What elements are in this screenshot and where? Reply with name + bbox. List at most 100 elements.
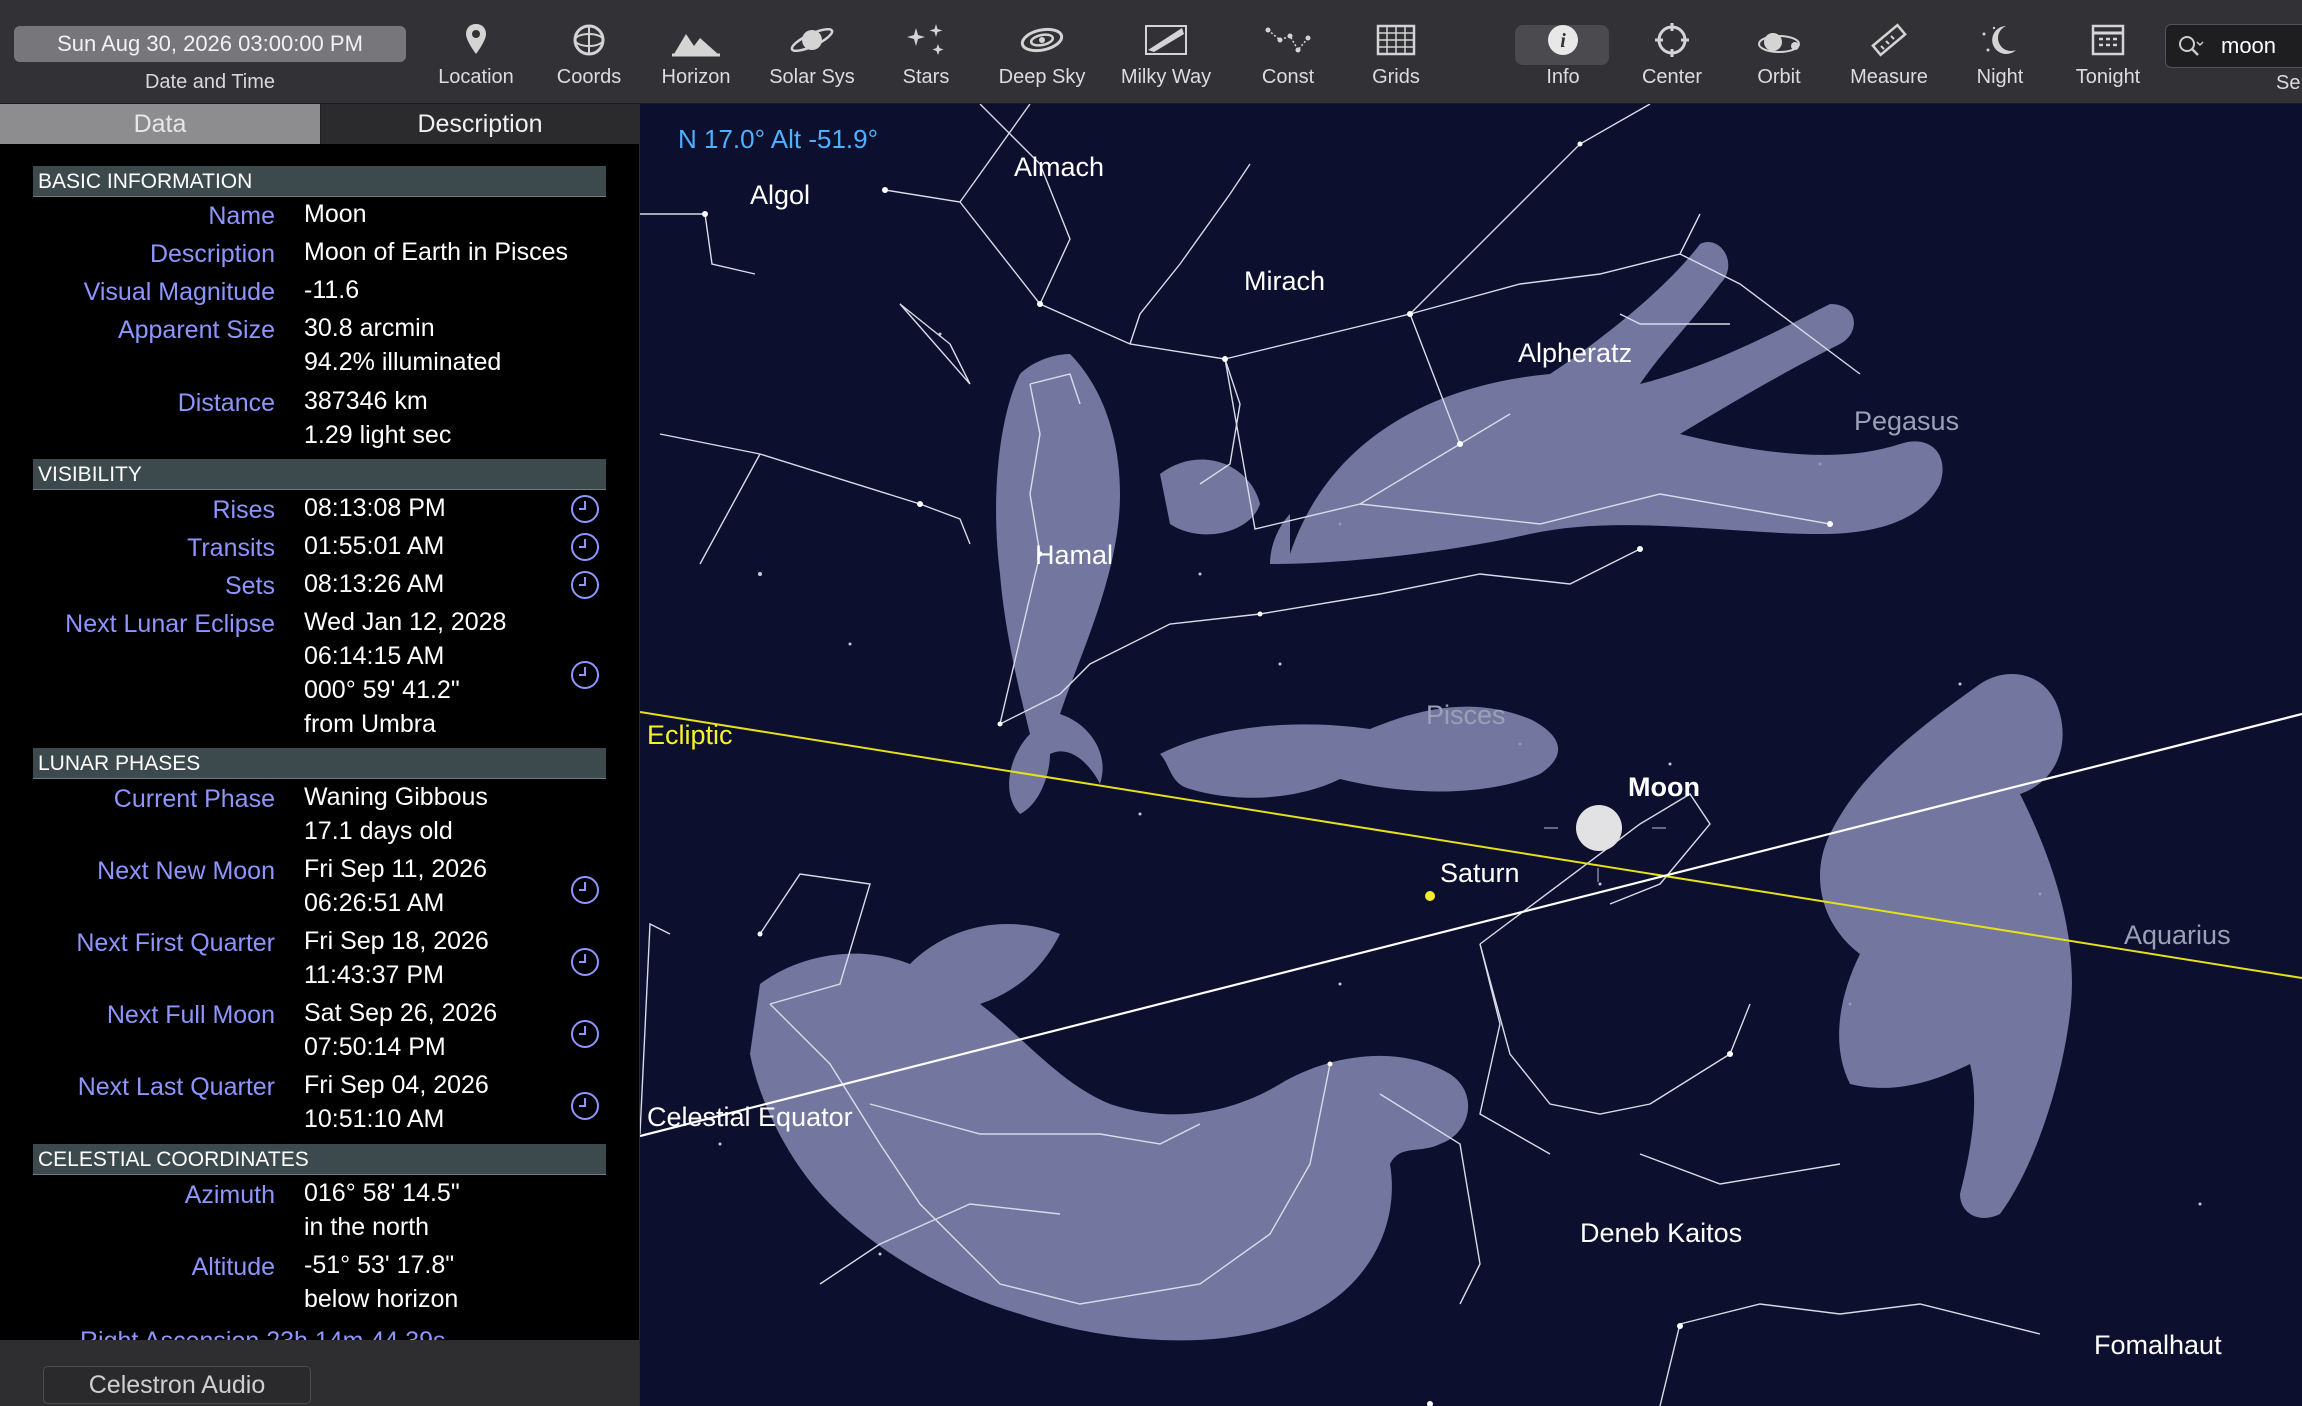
label-algol[interactable]: Algol	[750, 180, 810, 211]
label-pisces[interactable]: Pisces	[1426, 700, 1506, 731]
label-alpheratz[interactable]: Alpheratz	[1518, 338, 1632, 369]
apparent-size-label: Apparent Size	[117, 316, 275, 344]
distance-lightsec-value: 1.29 light sec	[304, 421, 452, 449]
apparent-size-value: 30.8 arcmin	[304, 314, 435, 342]
name-value: Moon	[304, 200, 367, 228]
search-input[interactable]	[2219, 30, 2302, 62]
data-panel[interactable]: BASIC INFORMATION Name Moon Description …	[0, 144, 639, 1340]
search-field[interactable]	[2165, 24, 2302, 68]
current-phase-label: Current Phase	[113, 785, 275, 813]
grid-icon	[1336, 20, 1456, 66]
coords-button[interactable]: Coords	[529, 20, 649, 98]
description-value: Moon of Earth in Pisces	[304, 238, 569, 266]
tab-description[interactable]: Description	[321, 104, 639, 144]
orbit-icon	[1719, 20, 1839, 66]
moon-disk[interactable]	[1576, 805, 1622, 851]
milky-way-button[interactable]: Milky Way	[1106, 20, 1226, 98]
distance-km-value: 387346 km	[304, 387, 428, 415]
stars-button[interactable]: Stars	[866, 20, 986, 98]
orbit-button[interactable]: Orbit	[1719, 20, 1839, 98]
altitude-value: -51° 53' 17.8"	[304, 1251, 455, 1279]
celestron-audio-button[interactable]: Celestron Audio	[43, 1366, 311, 1404]
sidebar-footer: Celestron Audio	[0, 1340, 639, 1406]
label-ecliptic: Ecliptic	[647, 720, 733, 750]
ruler-icon	[1829, 20, 1949, 66]
constellation-icon	[1228, 20, 1348, 66]
altitude-label: Altitude	[191, 1253, 275, 1281]
new-moon-clock-icon[interactable]	[570, 875, 600, 905]
next-first-quarter-time: 11:43:37 PM	[304, 961, 444, 989]
sets-clock-icon[interactable]	[570, 570, 600, 600]
eclipse-from-value: from Umbra	[304, 710, 436, 738]
datetime-field[interactable]: Sun Aug 30, 2026 03:00:00 PM	[14, 26, 406, 62]
label-aquarius[interactable]: Aquarius	[2124, 920, 2231, 951]
next-full-moon-label: Next Full Moon	[106, 1001, 275, 1029]
horizon-button[interactable]: Horizon	[636, 20, 756, 98]
next-last-quarter-label: Next Last Quarter	[77, 1073, 275, 1101]
eclipse-clock-icon[interactable]	[570, 660, 600, 690]
crosshair-icon	[1612, 20, 1732, 66]
sky-view[interactable]: N 17.0° Alt -51.9° Algol Almach Mirach A…	[640, 104, 2302, 1406]
info-icon: i	[1503, 20, 1623, 66]
coordinate-readout: N 17.0° Alt -51.9°	[678, 124, 879, 154]
night-button[interactable]: Night	[1940, 20, 2060, 98]
azimuth-value: 016° 58' 14.5"	[304, 1179, 460, 1207]
section-basic-information: BASIC INFORMATION	[33, 166, 606, 197]
next-full-moon-date: Sat Sep 26, 2026	[304, 999, 498, 1027]
info-button[interactable]: i Info	[1503, 20, 1623, 98]
sidebar-tabbar: Data Description	[0, 104, 639, 144]
info-sidebar: Data Description BASIC INFORMATION Name …	[0, 104, 640, 1406]
altitude-direction: below horizon	[304, 1285, 459, 1313]
current-phase-value: Waning Gibbous	[304, 783, 488, 811]
section-visibility: VISIBILITY	[33, 459, 606, 490]
label-pegasus[interactable]: Pegasus	[1854, 406, 1959, 437]
grids-button[interactable]: Grids	[1336, 20, 1456, 98]
svg-text:i: i	[1560, 30, 1566, 52]
section-celestial-coordinates: CELESTIAL COORDINATES	[33, 1144, 606, 1175]
sky-chart-canvas[interactable]	[640, 104, 2302, 1406]
label-mirach[interactable]: Mirach	[1244, 266, 1325, 297]
visual-magnitude-value: -11.6	[304, 276, 360, 304]
center-button[interactable]: Center	[1612, 20, 1732, 98]
transits-clock-icon[interactable]	[570, 532, 600, 562]
next-new-moon-time: 06:26:51 AM	[304, 889, 445, 917]
label-deneb-kaitos[interactable]: Deneb Kaitos	[1580, 1218, 1742, 1249]
location-button[interactable]: Location	[416, 20, 536, 98]
measure-button[interactable]: Measure	[1829, 20, 1949, 98]
milky-way-icon	[1106, 20, 1226, 66]
rises-label: Rises	[212, 496, 275, 524]
moon-age-value: 17.1 days old	[304, 817, 453, 845]
name-label: Name	[208, 202, 275, 230]
toolbar: Sun Aug 30, 2026 03:00:00 PM Date and Ti…	[0, 0, 2302, 104]
label-fomalhaut[interactable]: Fomalhaut	[2094, 1330, 2222, 1361]
tonight-button[interactable]: Tonight	[2048, 20, 2168, 98]
location-pin-icon	[416, 20, 536, 66]
transits-label: Transits	[187, 534, 275, 562]
rises-clock-icon[interactable]	[570, 494, 600, 524]
label-moon[interactable]: Moon	[1628, 772, 1700, 803]
first-quarter-clock-icon[interactable]	[570, 947, 600, 977]
saturn-dot[interactable]	[1425, 891, 1435, 901]
planet-ring-icon	[752, 20, 872, 66]
deep-sky-button[interactable]: Deep Sky	[982, 20, 1102, 98]
full-moon-clock-icon[interactable]	[570, 1019, 600, 1049]
const-button[interactable]: Const	[1228, 20, 1348, 98]
label-saturn[interactable]: Saturn	[1440, 858, 1520, 889]
coords-globe-icon	[529, 20, 649, 66]
label-hamal[interactable]: Hamal	[1035, 540, 1113, 571]
azimuth-direction: in the north	[304, 1213, 430, 1241]
solar-sys-button[interactable]: Solar Sys	[752, 20, 872, 98]
label-almach[interactable]: Almach	[1014, 152, 1104, 183]
tab-data[interactable]: Data	[0, 104, 320, 144]
next-first-quarter-date: Fri Sep 18, 2026	[304, 927, 489, 955]
section-lunar-phases: LUNAR PHASES	[33, 748, 606, 779]
distance-label: Distance	[177, 389, 275, 417]
next-lunar-eclipse-label: Next Lunar Eclipse	[65, 610, 275, 638]
azimuth-label: Azimuth	[184, 1181, 275, 1209]
last-quarter-clock-icon[interactable]	[570, 1091, 600, 1121]
galaxy-icon	[982, 20, 1102, 66]
visual-magnitude-label: Visual Magnitude	[83, 278, 275, 306]
search-caption: Se	[2276, 72, 2301, 94]
calendar-icon	[2048, 20, 2168, 66]
description-label: Description	[149, 240, 275, 268]
